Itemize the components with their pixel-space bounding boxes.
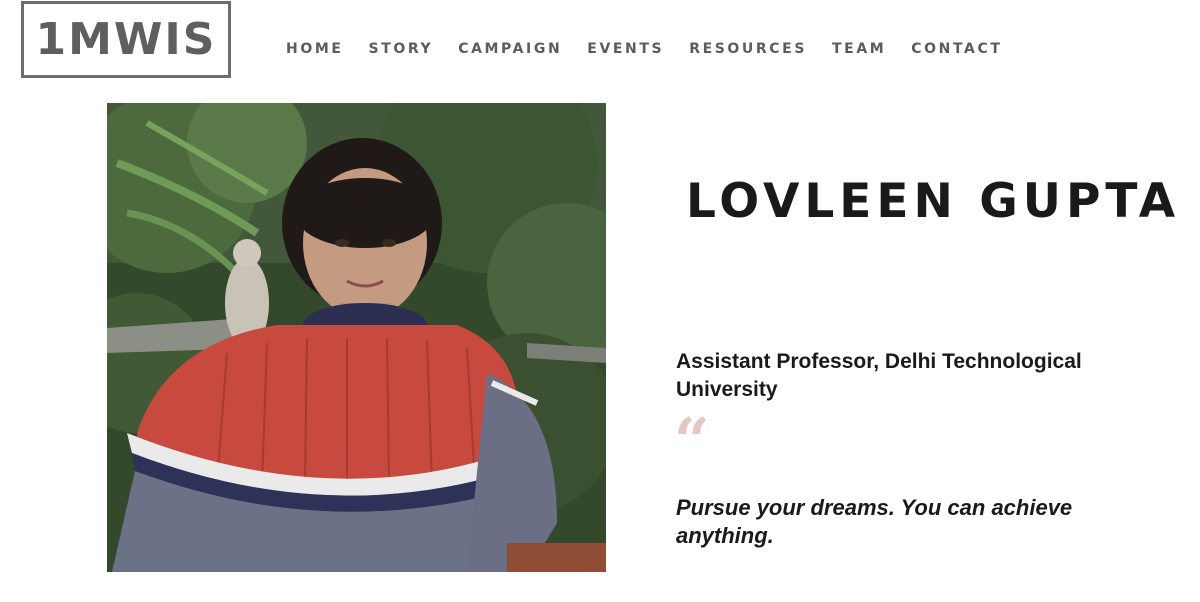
nav-team[interactable]: TEAM — [832, 41, 886, 57]
quote-mark-icon: “ — [674, 404, 710, 477]
nav-campaign[interactable]: CAMPAIGN — [458, 41, 562, 57]
profile-name: LOVLEEN GUPTA — [686, 174, 1181, 230]
profile-photo — [107, 103, 606, 572]
profile-photo-illustration — [107, 103, 606, 572]
profile-quote: Pursue your dreams. You can achieve anyt… — [676, 495, 1073, 548]
nav-events[interactable]: EVENTS — [587, 41, 664, 57]
site-logo[interactable]: 1MWIS — [21, 1, 231, 78]
nav-story[interactable]: STORY — [369, 41, 434, 57]
logo-text: 1MWIS — [35, 13, 217, 65]
nav-home[interactable]: HOME — [286, 41, 344, 57]
profile-page: 1MWIS HOME STORY CAMPAIGN EVENTS RESOURC… — [0, 0, 1200, 602]
nav-resources[interactable]: RESOURCES — [689, 41, 807, 57]
profile-role: Assistant Professor, Delhi Technological… — [676, 350, 1082, 401]
main-nav: HOME STORY CAMPAIGN EVENTS RESOURCES TEA… — [286, 40, 1028, 58]
nav-contact[interactable]: CONTACT — [911, 41, 1002, 57]
